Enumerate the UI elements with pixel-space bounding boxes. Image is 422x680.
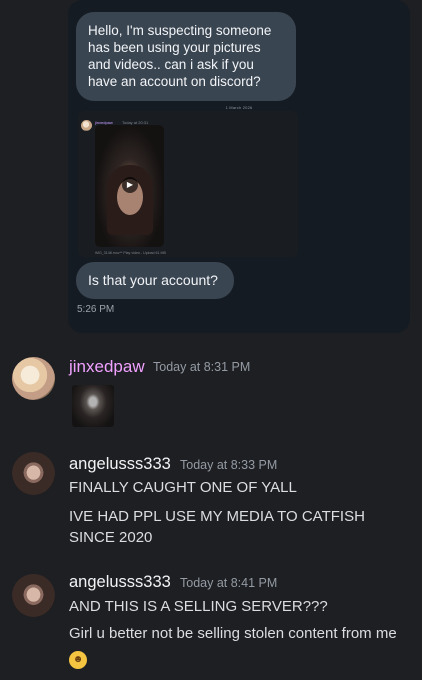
date-divider: 1 March 2026 — [225, 105, 253, 110]
timestamp: Today at 8:33 PM — [180, 458, 278, 472]
username[interactable]: angelusss333 — [69, 455, 171, 474]
timestamp: Today at 8:31 PM — [153, 360, 251, 374]
message-text: IVE HAD PPL USE MY MEDIA TO CATFISH SINC… — [69, 508, 365, 546]
video-thumbnail[interactable]: ▶ — [95, 125, 164, 247]
avatar[interactable] — [12, 452, 55, 495]
message-text-content: Girl u better not be selling stolen cont… — [69, 625, 397, 642]
attachment-image[interactable] — [72, 385, 114, 427]
avatar[interactable] — [12, 574, 55, 617]
message-text: Girl u better not be selling stolen cont… — [69, 623, 414, 669]
username[interactable]: jinxedpaw — [69, 357, 145, 377]
loudly-crying-face-emoji: ☻ — [69, 651, 87, 669]
timestamp: Today at 8:41 PM — [180, 576, 278, 590]
message-bubble-account: Is that your account? — [76, 262, 234, 299]
message-text: AND THIS IS A SELLING SERVER??? — [69, 598, 328, 615]
inner-screenshot: jinxedpaw Today at 20:31 ▶ IMG_3148.mov*… — [78, 111, 298, 257]
embedded-screenshot[interactable]: Hello, I'm suspecting someone has been u… — [68, 0, 410, 333]
message-time: 5:26 PM — [77, 304, 115, 315]
play-icon[interactable]: ▶ — [122, 177, 138, 193]
username[interactable]: angelusss333 — [69, 573, 171, 592]
message-bubble-question: Hello, I'm suspecting someone has been u… — [76, 12, 296, 101]
message-text: FINALLY CAUGHT ONE OF YALL — [69, 479, 297, 496]
inner-avatar — [81, 120, 92, 131]
avatar[interactable] — [12, 357, 55, 400]
video-caption: IMG_3148.mov** Play video - Upload 61 MB — [95, 251, 166, 255]
